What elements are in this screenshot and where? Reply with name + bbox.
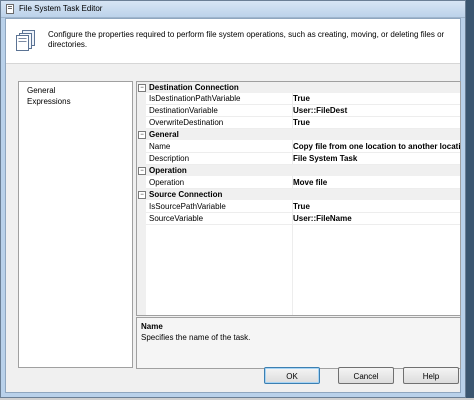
property-name: SourceVariable [149,214,204,223]
category-general[interactable]: − General [137,129,460,140]
property-row[interactable]: IsSourcePathVariable True [146,201,460,213]
property-row[interactable]: Description File System Task [146,153,460,165]
category-label: Source Connection [149,190,223,199]
category-label: Operation [149,166,187,175]
property-value[interactable]: Copy file from one location to another l… [293,142,460,151]
property-row[interactable]: DestinationVariable User::FileDest [146,105,460,117]
navigation-pane: General Expressions [18,81,133,368]
collapse-icon[interactable]: − [138,191,146,199]
property-name: DestinationVariable [149,106,218,115]
property-name: Operation [149,178,185,187]
property-description-panel: Name Specifies the name of the task. [136,317,461,369]
nav-item-general[interactable]: General [27,86,55,95]
title-bar[interactable]: File System Task Editor [1,1,465,18]
property-value[interactable]: True [293,118,310,127]
property-value[interactable]: Move file [293,178,327,187]
description-text: Specifies the name of the task. [141,333,251,342]
category-source-connection[interactable]: − Source Connection [137,189,460,200]
window-title: File System Task Editor [19,4,103,13]
property-value[interactable]: True [293,202,310,211]
property-name: Description [149,154,190,163]
property-name: OverwriteDestination [149,118,224,127]
description-title: Name [141,322,163,331]
property-value[interactable]: User::FileDest [293,106,347,115]
help-button[interactable]: Help [403,367,459,384]
property-name: Name [149,142,171,151]
category-destination-connection[interactable]: − Destination Connection [137,82,460,93]
dialog-header: Configure the properties required to per… [6,19,460,64]
property-row[interactable]: IsDestinationPathVariable True [146,93,460,105]
file-system-task-editor-window: File System Task Editor Configure the pr… [0,0,466,398]
collapse-icon[interactable]: − [138,84,146,92]
category-operation[interactable]: − Operation [137,165,460,176]
dialog-client-area: Configure the properties required to per… [5,18,461,393]
collapse-icon[interactable]: − [138,167,146,175]
property-grid: − Destination Connection IsDestinationPa… [136,81,461,316]
property-value[interactable]: File System Task [293,154,357,163]
category-label: Destination Connection [149,83,239,92]
cancel-button[interactable]: Cancel [338,367,394,384]
property-row[interactable]: Operation Move file [146,177,460,189]
property-row[interactable]: Name Copy file from one location to anot… [146,141,460,153]
property-row[interactable]: SourceVariable User::FileName [146,213,460,225]
property-value[interactable]: User::FileName [293,214,352,223]
property-row[interactable]: OverwriteDestination True [146,117,460,129]
property-name: IsSourcePathVariable [149,202,226,211]
property-value[interactable]: True [293,94,310,103]
nav-item-expressions[interactable]: Expressions [27,97,71,106]
task-editor-icon [6,4,14,14]
category-label: General [149,130,179,139]
collapse-icon[interactable]: − [138,131,146,139]
ok-button[interactable]: OK [264,367,320,384]
file-system-icon [16,30,35,51]
property-name: IsDestinationPathVariable [149,94,241,103]
header-description: Configure the properties required to per… [48,30,445,49]
